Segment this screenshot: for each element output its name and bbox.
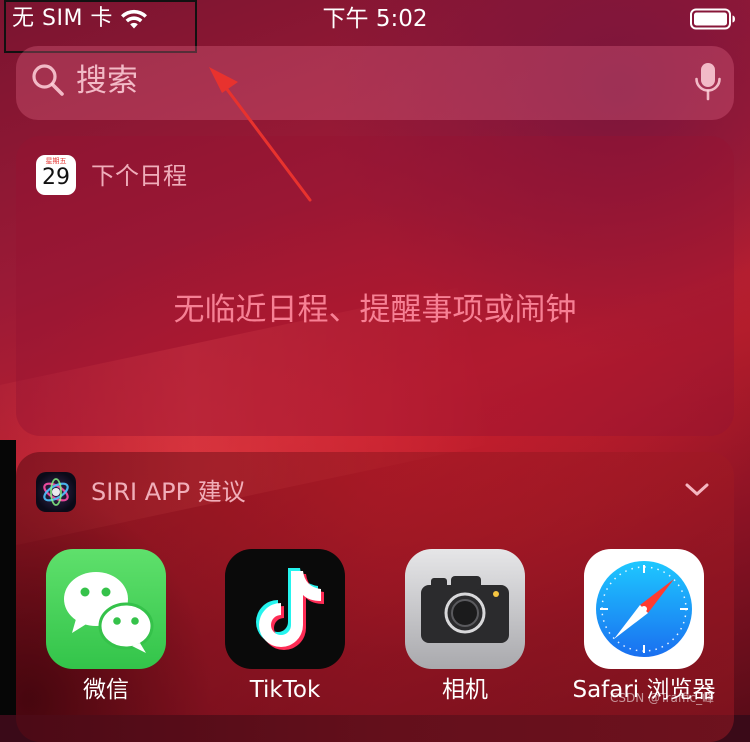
arrow-annotation-icon bbox=[209, 67, 312, 202]
app-label: 微信 bbox=[83, 677, 129, 703]
watermark: CSDN @Traffic_峰 bbox=[610, 691, 715, 705]
calendar-icon: 星期五 29 bbox=[36, 155, 76, 195]
battery-icon bbox=[690, 8, 735, 30]
tiktok-icon[interactable] bbox=[225, 549, 345, 669]
camera-glyph bbox=[421, 576, 509, 643]
tiktok-glyph bbox=[256, 568, 324, 650]
chevron-down-icon[interactable] bbox=[684, 481, 710, 499]
mic-icon[interactable] bbox=[694, 62, 722, 102]
wechat-icon[interactable] bbox=[46, 549, 166, 669]
app-camera[interactable]: 相机 bbox=[385, 549, 545, 715]
search-input[interactable]: 搜索 bbox=[76, 61, 138, 101]
camera-icon[interactable] bbox=[405, 549, 525, 669]
calendar-widget-title: 下个日程 bbox=[91, 162, 187, 190]
siri-icon bbox=[36, 472, 76, 512]
calendar-icon-day: 29 bbox=[42, 165, 70, 190]
safari-glyph bbox=[596, 561, 692, 657]
clock: 下午 5:02 bbox=[322, 6, 428, 32]
calendar-empty-message: 无临近日程、提醒事项或闹钟 bbox=[173, 292, 577, 328]
search-icon bbox=[32, 64, 64, 96]
safari-icon[interactable] bbox=[584, 549, 704, 669]
wallpaper-edge bbox=[0, 440, 16, 715]
wechat-glyph bbox=[64, 572, 154, 653]
app-tiktok[interactable]: TikTok bbox=[205, 549, 365, 715]
siri-widget-title: SIRI APP 建议 bbox=[91, 478, 246, 506]
app-label: TikTok bbox=[249, 677, 321, 703]
status-bar: 无 SIM 卡 下午 5:02 bbox=[0, 0, 750, 53]
app-label: 相机 bbox=[442, 677, 488, 703]
app-wechat[interactable]: 微信 bbox=[26, 549, 186, 715]
